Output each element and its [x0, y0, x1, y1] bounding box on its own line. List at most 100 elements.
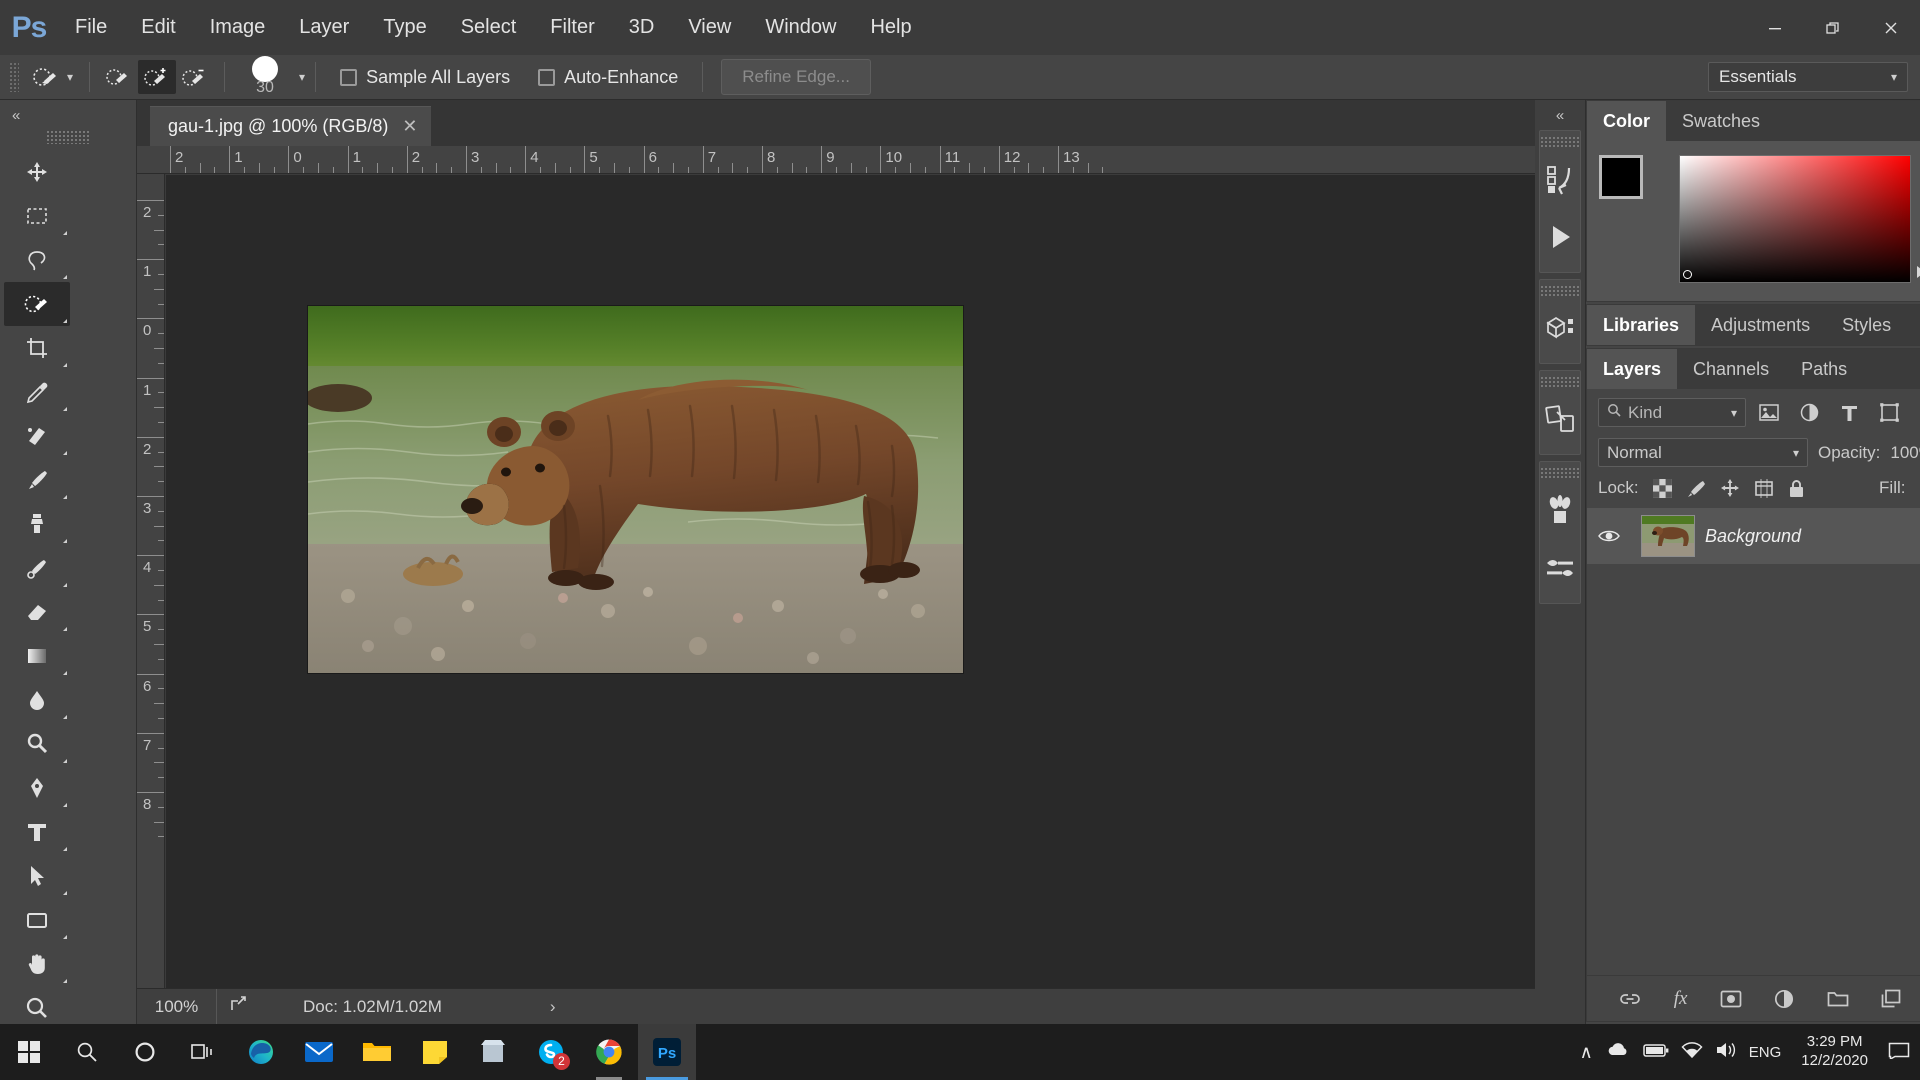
menu-file[interactable]: File [58, 0, 124, 55]
foreground-color-chip[interactable] [1599, 155, 1643, 199]
new-layer-button[interactable] [1881, 989, 1901, 1008]
blend-mode-select[interactable]: Normal ▾ [1598, 438, 1808, 467]
close-icon[interactable]: ✕ [402, 116, 417, 137]
pen-tool[interactable] [4, 766, 70, 810]
lasso-tool[interactable] [4, 238, 70, 282]
path-selection-tool[interactable] [4, 854, 70, 898]
microsoft-edge-button[interactable] [232, 1024, 290, 1080]
store-button[interactable] [464, 1024, 522, 1080]
battery-icon[interactable] [1643, 1043, 1669, 1062]
hand-tool[interactable] [4, 942, 70, 986]
lock-artboard-nesting-icon[interactable] [1754, 479, 1774, 498]
history-panel-icon[interactable] [1540, 150, 1580, 208]
layer-list[interactable]: Background [1587, 508, 1920, 975]
menu-layer[interactable]: Layer [282, 0, 366, 55]
brush-chevron-down-icon[interactable]: ▾ [299, 70, 305, 84]
sticky-notes-button[interactable] [406, 1024, 464, 1080]
tab-swatches[interactable]: Swatches [1666, 101, 1776, 141]
workspace-switcher[interactable]: Essentials ▾ [1708, 62, 1908, 92]
layer-style-button[interactable]: fx [1674, 988, 1688, 1010]
history-brush-tool[interactable] [4, 546, 70, 590]
filter-type-icon[interactable] [1832, 398, 1866, 427]
cortana-button[interactable] [116, 1024, 174, 1080]
dock-grip[interactable] [1540, 136, 1580, 148]
tab-libraries[interactable]: Libraries [1587, 305, 1695, 345]
layer-thumbnail[interactable] [1641, 515, 1695, 557]
eyedropper-tool[interactable] [4, 370, 70, 414]
filter-shape-icon[interactable] [1872, 398, 1906, 427]
eraser-tool[interactable] [4, 590, 70, 634]
google-chrome-button[interactable] [580, 1024, 638, 1080]
color-field[interactable] [1679, 155, 1911, 283]
menu-type[interactable]: Type [366, 0, 443, 55]
show-hidden-icons-button[interactable]: ∧ [1580, 1042, 1593, 1063]
refine-edge-button[interactable]: Refine Edge... [721, 59, 871, 95]
layer-filter-kind-select[interactable]: Kind ▾ [1598, 398, 1746, 427]
lock-transparent-pixels-icon[interactable] [1653, 479, 1672, 498]
crop-tool[interactable] [4, 326, 70, 370]
menu-view[interactable]: View [671, 0, 748, 55]
file-explorer-button[interactable] [348, 1024, 406, 1080]
add-layer-mask-button[interactable] [1720, 990, 1742, 1008]
tab-styles[interactable]: Styles [1826, 305, 1907, 345]
filter-smart-object-icon[interactable] [1912, 398, 1920, 427]
tab-color[interactable]: Color [1587, 101, 1666, 141]
gradient-tool[interactable] [4, 634, 70, 678]
lock-all-icon[interactable] [1788, 479, 1805, 498]
tab-paths[interactable]: Paths [1785, 349, 1863, 389]
actions-panel-icon[interactable] [1540, 208, 1580, 266]
onedrive-icon[interactable] [1605, 1041, 1631, 1063]
action-center-icon[interactable] [1888, 1041, 1910, 1063]
document-tab[interactable]: gau-1.jpg @ 100% (RGB/8) ✕ [150, 106, 431, 146]
layer-name[interactable]: Background [1705, 526, 1920, 547]
new-group-button[interactable] [1827, 990, 1849, 1008]
start-button[interactable] [0, 1024, 58, 1080]
task-view-button[interactable] [174, 1024, 232, 1080]
quick-selection-tool[interactable] [4, 282, 70, 326]
tab-channels[interactable]: Channels [1677, 349, 1785, 389]
new-selection-button[interactable] [100, 60, 138, 94]
layer-visibility-toggle[interactable] [1587, 528, 1631, 544]
vertical-ruler[interactable]: 21012345678 [137, 174, 165, 988]
tool-preset-picker[interactable]: ▾ [25, 64, 79, 90]
rectangular-marquee-tool[interactable] [4, 194, 70, 238]
dock-collapse-button[interactable]: « [1535, 100, 1585, 130]
toolbar-collapse-button[interactable]: « [0, 100, 136, 130]
options-bar-grip[interactable] [9, 62, 19, 92]
status-expand-icon[interactable]: › [550, 997, 556, 1017]
opacity-value-field[interactable]: 100% ▾ [1890, 443, 1920, 463]
volume-icon[interactable] [1715, 1041, 1737, 1063]
horizontal-ruler[interactable]: 21012345678910111213 [137, 146, 1535, 174]
blur-tool[interactable] [4, 678, 70, 722]
menu-select[interactable]: Select [444, 0, 534, 55]
clone-stamp-tool[interactable] [4, 502, 70, 546]
auto-enhance-checkbox[interactable]: Auto-Enhance [524, 67, 692, 88]
menu-image[interactable]: Image [193, 0, 283, 55]
clock[interactable]: 3:29 PM 12/2/2020 [1793, 1033, 1876, 1071]
layer-row-background[interactable]: Background [1587, 508, 1920, 564]
brush-tool[interactable] [4, 458, 70, 502]
restore-button[interactable] [1804, 0, 1862, 55]
tab-adjustments[interactable]: Adjustments [1695, 305, 1826, 345]
type-tool[interactable] [4, 810, 70, 854]
brush-settings-panel-icon[interactable] [1540, 539, 1580, 597]
menu-3d[interactable]: 3D [612, 0, 672, 55]
new-fill-adjustment-layer-button[interactable] [1774, 989, 1794, 1009]
menu-window[interactable]: Window [748, 0, 853, 55]
rectangle-tool[interactable] [4, 898, 70, 942]
network-icon[interactable] [1681, 1042, 1703, 1063]
3d-panel-icon[interactable] [1540, 299, 1580, 357]
brush-size-picker[interactable]: 30 [235, 55, 295, 100]
language-indicator[interactable]: ENG [1749, 1044, 1782, 1061]
filter-adjustment-icon[interactable] [1792, 398, 1826, 427]
lock-position-icon[interactable] [1720, 478, 1740, 498]
menu-filter[interactable]: Filter [533, 0, 611, 55]
lock-image-pixels-icon[interactable] [1686, 479, 1706, 498]
dock-grip[interactable] [1540, 285, 1580, 297]
share-icon[interactable] [217, 994, 261, 1019]
move-tool[interactable] [4, 150, 70, 194]
tab-layers[interactable]: Layers [1587, 349, 1677, 389]
add-to-selection-button[interactable] [138, 60, 176, 94]
sample-all-layers-checkbox[interactable]: Sample All Layers [326, 67, 524, 88]
search-button[interactable] [58, 1024, 116, 1080]
